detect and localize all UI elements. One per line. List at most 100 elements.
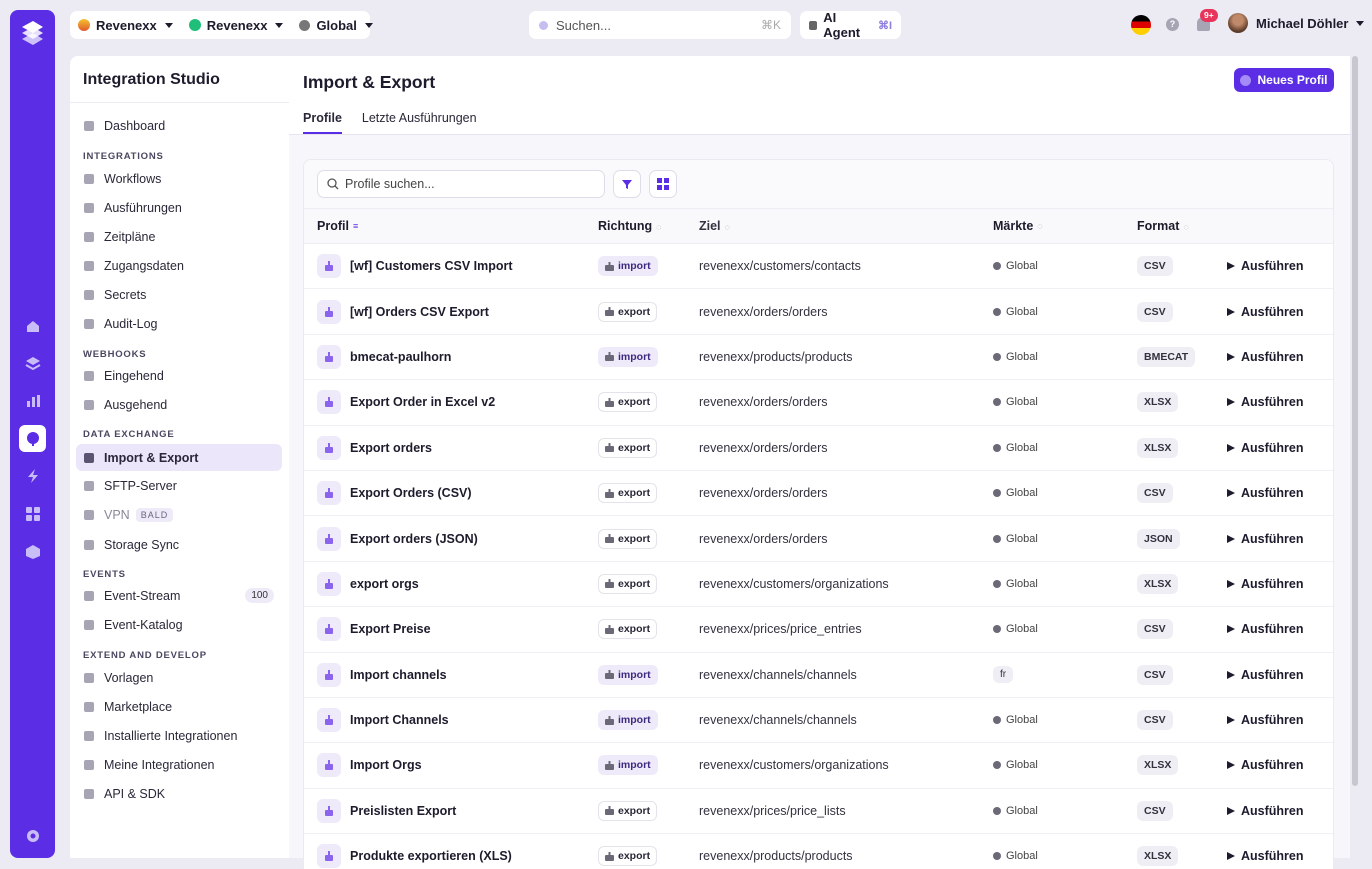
sidebar-item-workflows[interactable]: Workflows [76,165,282,192]
settings-gear-icon[interactable] [19,822,46,849]
column-maerkte[interactable]: Märkte ◌ [993,219,1137,233]
table-row[interactable]: Produkte exportieren (XLS) export revenexx… [304,834,1333,869]
table-row[interactable]: Preislisten Export export revenexx/prices/… [304,789,1333,835]
column-ziel[interactable]: Ziel ◌ [699,219,993,233]
table-row[interactable]: Export Preise export revenexx/prices/price… [304,607,1333,653]
profile-name[interactable]: Produkte exportieren (XLS) [350,849,512,863]
cube-icon[interactable] [19,538,46,565]
sidebar-item-api-sdk[interactable]: API & SDK [76,780,282,807]
tab-profile[interactable]: Profile [303,111,342,134]
sidebar-item-audit-log[interactable]: Audit-Log [76,310,282,337]
run-button[interactable]: Ausführen [1226,758,1304,772]
direction-label: import [618,350,651,363]
run-button[interactable]: Ausführen [1226,305,1304,319]
profile-name[interactable]: Import Orgs [350,758,422,772]
workspace-selector[interactable]: Revenexx [181,11,292,39]
profile-search-input[interactable]: Profile suchen... [317,170,605,198]
profile-icon [317,390,341,415]
tab-letzte-ausfuehrungen[interactable]: Letzte Ausführungen [362,111,477,134]
app-logo-icon[interactable] [19,19,46,47]
sidebar-item-storage-sync[interactable]: Storage Sync [76,531,282,558]
run-button[interactable]: Ausführen [1226,486,1304,500]
org-selector[interactable]: Revenexx [70,11,181,39]
run-button[interactable]: Ausführen [1226,532,1304,546]
column-profil[interactable]: Profil ≡ [304,219,598,233]
run-label: Ausführen [1241,304,1304,319]
column-richtung[interactable]: Richtung ◌ [598,219,699,233]
analytics-icon[interactable] [19,387,46,414]
ai-agent-button[interactable]: AI Agent ⌘I [800,10,901,40]
new-profile-button[interactable]: Neues Profil [1234,68,1334,92]
filter-button[interactable] [613,170,641,198]
run-button[interactable]: Ausführen [1226,622,1304,636]
layers-icon[interactable] [19,349,46,376]
view-toggle-button[interactable] [649,170,677,198]
bolt-icon[interactable] [19,462,46,489]
direction-label: export [618,577,651,590]
user-menu[interactable]: Michael Döhler [1228,13,1365,33]
sidebar-item-zeitplaene[interactable]: Zeitpläne [76,223,282,250]
sidebar-item-vorlagen[interactable]: Vorlagen [76,664,282,691]
sidebar-item-ausfuehrungen[interactable]: Ausführungen [76,194,282,221]
help-icon[interactable]: ? [1166,18,1179,31]
key-icon [84,289,94,300]
run-button[interactable]: Ausführen [1226,713,1304,727]
stream-icon [84,590,94,601]
profile-icon [317,753,341,778]
run-button[interactable]: Ausführen [1226,259,1304,273]
run-button[interactable]: Ausführen [1226,668,1304,682]
direction-icon [605,851,614,861]
table-row[interactable]: Import channels import revenexx/channels/c… [304,653,1333,698]
run-button[interactable]: Ausführen [1226,577,1304,591]
language-flag-icon[interactable] [1131,15,1151,35]
table-row[interactable]: bmecat-paulhorn import revenexx/products/p… [304,335,1333,381]
table-row[interactable]: Export orders export revenexx/orders/order… [304,426,1333,471]
sidebar-item-dashboard[interactable]: Dashboard [76,112,282,139]
run-button[interactable]: Ausführen [1226,849,1304,863]
profile-name[interactable]: Export Preise [350,622,431,636]
table-row[interactable]: Export orders (JSON) export revenexx/order… [304,516,1333,562]
table-row[interactable]: Import Orgs import revenexx/customers/orga… [304,743,1333,789]
profile-name[interactable]: export orgs [350,577,419,591]
table-row[interactable]: Export Orders (CSV) export revenexx/orders… [304,471,1333,517]
profile-name[interactable]: Export orders (JSON) [350,532,478,546]
integrations-icon[interactable] [19,425,46,452]
table-row[interactable]: Export Order in Excel v2 export revenexx/o… [304,380,1333,426]
sidebar-item-event-katalog[interactable]: Event-Katalog [76,611,282,638]
apps-icon[interactable] [19,500,46,527]
profile-name[interactable]: [wf] Customers CSV Import [350,259,513,273]
sidebar-item-event-stream[interactable]: Event-Stream 100 [76,582,282,609]
profile-name[interactable]: bmecat-paulhorn [350,350,451,364]
run-button[interactable]: Ausführen [1226,350,1304,364]
column-format[interactable]: Format ◌ [1137,219,1226,233]
sidebar-item-installed[interactable]: Installierte Integrationen [76,722,282,749]
profile-name[interactable]: Export orders [350,441,432,455]
profile-name[interactable]: [wf] Orders CSV Export [350,305,489,319]
sidebar-item-vpn[interactable]: VPN BALD [76,501,282,528]
run-button[interactable]: Ausführen [1226,395,1304,409]
sidebar-item-eingehend[interactable]: Eingehend [76,362,282,389]
sidebar-item-secrets[interactable]: Secrets [76,281,282,308]
table-row[interactable]: Import Channels import revenexx/channels/c… [304,698,1333,744]
sidebar-item-import-export[interactable]: Import & Export [76,444,282,471]
scrollbar[interactable] [1352,56,1358,786]
sidebar-item-ausgehend[interactable]: Ausgehend [76,391,282,418]
profile-name[interactable]: Import Channels [350,713,449,727]
profile-name[interactable]: Export Orders (CSV) [350,486,472,500]
sidebar-item-marketplace[interactable]: Marketplace [76,693,282,720]
table-row[interactable]: export orgs export revenexx/customers/orga… [304,562,1333,608]
sidebar-item-zugangsdaten[interactable]: Zugangsdaten [76,252,282,279]
run-button[interactable]: Ausführen [1226,804,1304,818]
profile-name[interactable]: Preislisten Export [350,804,456,818]
table-row[interactable]: [wf] Customers CSV Import import revenexx/… [304,244,1333,290]
region-selector[interactable]: Global [291,11,380,39]
sidebar-item-my-integrations[interactable]: Meine Integrationen [76,751,282,778]
profile-name[interactable]: Export Order in Excel v2 [350,395,495,409]
home-icon[interactable] [19,312,46,339]
direction-badge: export [598,528,658,549]
run-button[interactable]: Ausführen [1226,441,1304,455]
table-row[interactable]: [wf] Orders CSV Export export revenexx/ord… [304,289,1333,335]
global-search-input[interactable]: Suchen... ⌘K [529,11,791,39]
sidebar-item-sftp[interactable]: SFTP-Server [76,472,282,499]
profile-name[interactable]: Import channels [350,668,447,682]
